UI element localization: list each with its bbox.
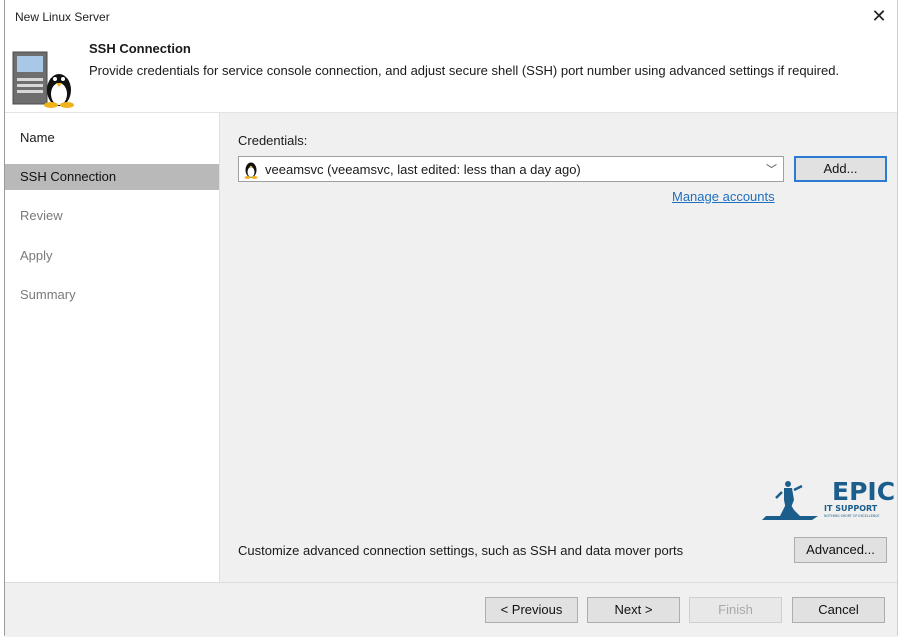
page-title: SSH Connection: [89, 41, 191, 56]
credentials-selected-value: veeamsvc (veeamsvc, last edited: less th…: [265, 162, 581, 177]
wizard-content: Credentials: veeamsvc (veeamsvc, last ed…: [220, 113, 899, 582]
page-description: Provide credentials for service console …: [89, 63, 840, 78]
add-credentials-button[interactable]: Add...: [794, 156, 887, 182]
step-apply: Apply: [20, 248, 53, 263]
close-icon[interactable]: ✕: [869, 6, 889, 26]
step-summary: Summary: [20, 287, 76, 302]
chevron-down-icon[interactable]: ﹀: [766, 161, 777, 177]
credentials-label: Credentials:: [238, 133, 308, 148]
wizard-footer: < Previous Next > Finish Cancel: [5, 582, 897, 637]
linux-server-icon: [12, 51, 74, 108]
linux-penguin-icon: [244, 162, 258, 179]
wizard-steps: Name SSH Connection Review Apply Summary: [5, 113, 220, 582]
step-ssh-connection[interactable]: SSH Connection: [5, 164, 219, 190]
cancel-button[interactable]: Cancel: [792, 597, 885, 623]
logo-subtext: IT SUPPORT: [824, 504, 878, 513]
previous-button[interactable]: < Previous: [485, 597, 578, 623]
advanced-settings-description: Customize advanced connection settings, …: [238, 543, 684, 558]
titlebar: New Linux Server ✕: [5, 0, 897, 32]
logo-tagline: NOTHING SHORT OF EXCELLENCE: [824, 514, 880, 518]
window-title: New Linux Server: [15, 10, 110, 24]
advanced-button[interactable]: Advanced...: [794, 537, 887, 563]
new-linux-server-dialog: New Linux Server ✕ SSH Connection Provid…: [4, 0, 899, 637]
manage-accounts-link[interactable]: Manage accounts: [672, 189, 775, 204]
epic-it-support-logo: EPIC IT SUPPORT NOTHING SHORT OF EXCELLE…: [762, 477, 895, 520]
wizard-header: SSH Connection Provide credentials for s…: [5, 32, 897, 113]
logo-text: EPIC: [832, 477, 895, 506]
credentials-dropdown[interactable]: veeamsvc (veeamsvc, last edited: less th…: [238, 156, 784, 182]
step-name[interactable]: Name: [5, 125, 219, 151]
step-review: Review: [20, 208, 63, 223]
next-button[interactable]: Next >: [587, 597, 680, 623]
finish-button: Finish: [689, 597, 782, 623]
